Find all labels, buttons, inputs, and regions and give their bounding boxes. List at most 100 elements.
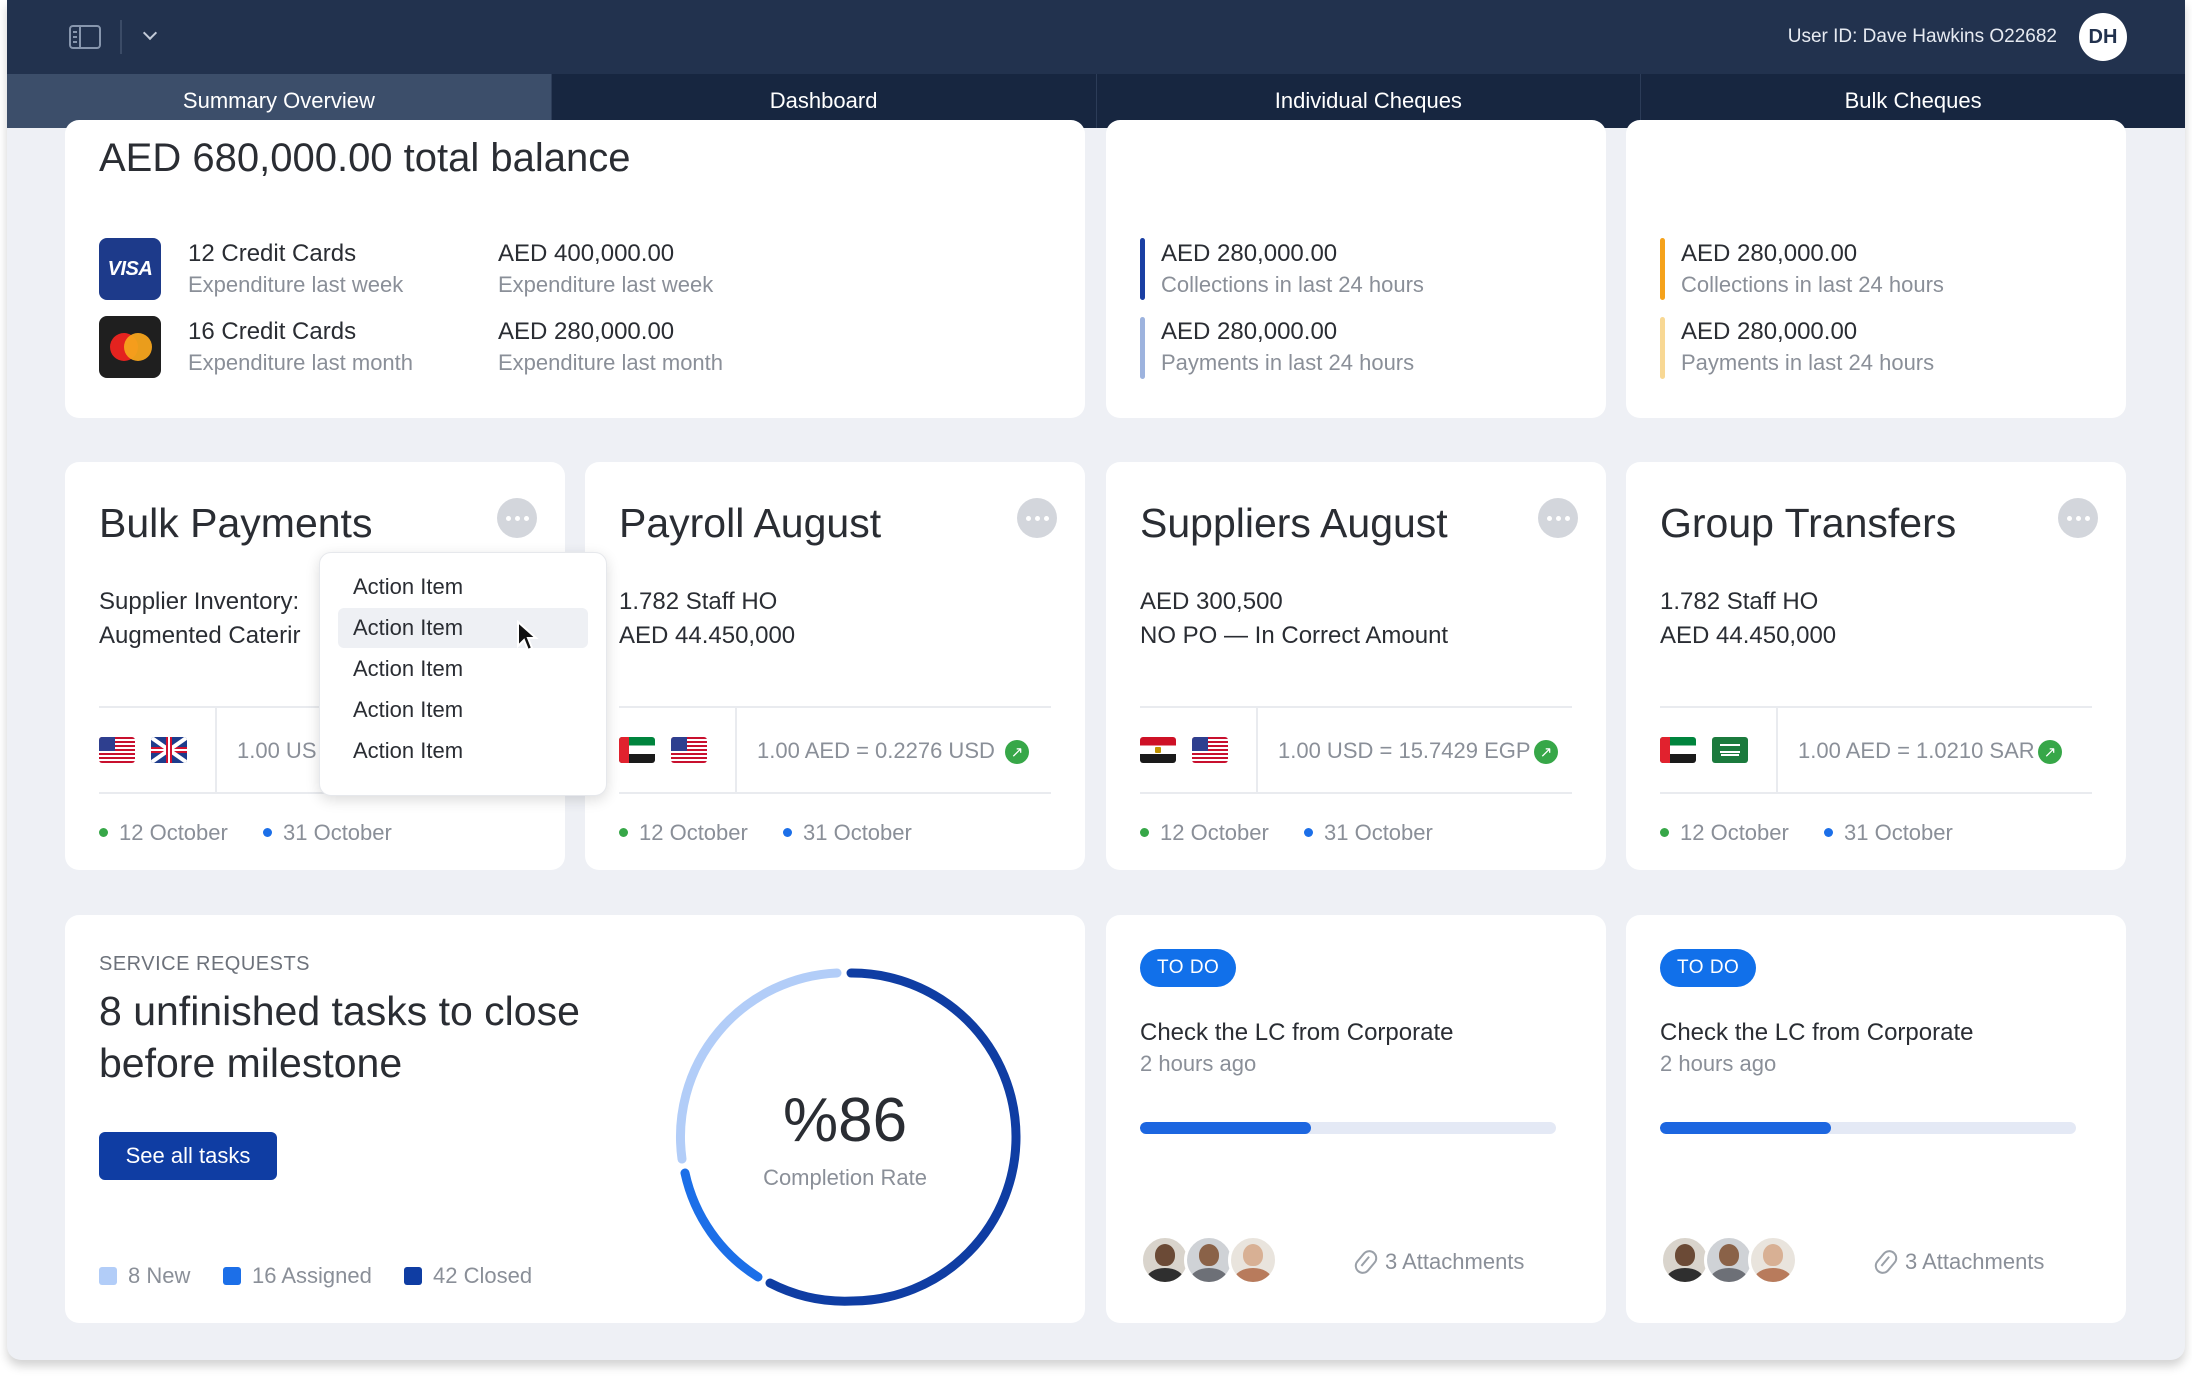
card-line-2: AED 44.450,000 bbox=[1660, 622, 1837, 649]
payments-amount: AED 280,000.00 bbox=[1681, 318, 1858, 345]
action-menu-dropdown: Action Item Action Item Action Item Acti… bbox=[319, 552, 607, 796]
start-date-dot bbox=[1660, 828, 1669, 837]
card-line-2: AED 44.450,000 bbox=[619, 622, 796, 649]
credit-cards-count: 12 Credit Cards bbox=[188, 240, 357, 267]
top-bar: User ID: Dave Hawkins O22682 DH bbox=[7, 0, 2185, 74]
payments-sub: Payments in last 24 hours bbox=[1161, 350, 1415, 375]
arrow-up-right-icon[interactable]: ↗ bbox=[2038, 740, 2062, 764]
avatar[interactable] bbox=[1748, 1235, 1798, 1285]
paperclip-icon[interactable] bbox=[1871, 1246, 1901, 1278]
menu-item-action[interactable]: Action Item bbox=[338, 731, 588, 771]
more-options-icon[interactable] bbox=[2058, 498, 2098, 538]
service-requests-title: 8 unfinished tasks to close before miles… bbox=[99, 988, 580, 1086]
legend-new-swatch bbox=[99, 1267, 117, 1285]
payments-indicator bbox=[1140, 317, 1145, 379]
divider bbox=[1660, 792, 2092, 794]
payroll-card[interactable]: Payroll August 1.782 Staff HO AED 44.450… bbox=[585, 462, 1085, 870]
start-date: 12 October bbox=[639, 820, 748, 845]
card-line-1: 1.782 Staff HO bbox=[619, 588, 778, 615]
avatar[interactable] bbox=[1184, 1235, 1234, 1285]
todo-progress-bar bbox=[1140, 1122, 1556, 1134]
user-avatar[interactable]: DH bbox=[2079, 13, 2127, 61]
card-line-1: Supplier Inventory: bbox=[99, 588, 300, 615]
card-line-1: AED 300,500 bbox=[1140, 588, 1283, 615]
divider bbox=[1140, 706, 1572, 708]
paperclip-icon[interactable] bbox=[1351, 1246, 1381, 1278]
more-options-icon[interactable] bbox=[497, 498, 537, 538]
end-date: 31 October bbox=[283, 820, 392, 845]
credit-cards-count: 16 Credit Cards bbox=[188, 318, 357, 345]
menu-item-action[interactable]: Action Item bbox=[338, 567, 588, 607]
suppliers-card[interactable]: Suppliers August AED 300,500 NO PO — In … bbox=[1106, 462, 1606, 870]
mouse-cursor-icon bbox=[517, 620, 539, 652]
section-label: SERVICE REQUESTS bbox=[99, 953, 311, 975]
start-date: 12 October bbox=[119, 820, 228, 845]
attachments-count[interactable]: 3 Attachments bbox=[1385, 1249, 1524, 1275]
expenditure-amount: AED 280,000.00 bbox=[498, 318, 675, 345]
arrow-up-right-icon[interactable]: ↗ bbox=[1005, 740, 1029, 764]
menu-item-action[interactable]: Action Item bbox=[338, 690, 588, 730]
avatar[interactable] bbox=[1140, 1235, 1190, 1285]
total-balance-card: AED 680,000.00 total balance VISA 12 Cre… bbox=[65, 120, 1085, 418]
expenditure-sub: Expenditure last month bbox=[498, 350, 724, 375]
card-line-2: Augmented Caterir bbox=[99, 622, 301, 649]
card-title: Payroll August bbox=[619, 500, 882, 546]
attachments-count[interactable]: 3 Attachments bbox=[1905, 1249, 2044, 1275]
exchange-rate: 1.00 AED = 1.0210 SAR bbox=[1798, 738, 2035, 763]
uk-flag-icon bbox=[151, 737, 187, 763]
toolbar-divider bbox=[120, 20, 122, 54]
menu-item-action[interactable]: Action Item bbox=[338, 608, 588, 648]
menu-item-action[interactable]: Action Item bbox=[338, 649, 588, 689]
end-date-dot bbox=[783, 828, 792, 837]
more-options-icon[interactable] bbox=[1017, 498, 1057, 538]
divider bbox=[1256, 706, 1258, 792]
exchange-rate: 1.00 US bbox=[237, 738, 317, 763]
collections-sub: Collections in last 24 hours bbox=[1681, 272, 1944, 297]
todo-card[interactable]: TO DO Check the LC from Corporate 2 hour… bbox=[1626, 915, 2126, 1323]
assignee-avatars bbox=[1140, 1235, 1290, 1291]
completion-ring: %86 Completion Rate bbox=[655, 947, 1035, 1327]
card-line-1: 1.782 Staff HO bbox=[1660, 588, 1819, 615]
legend-closed-swatch bbox=[404, 1267, 422, 1285]
visa-card-icon: VISA bbox=[99, 238, 161, 300]
todo-badge: TO DO bbox=[1660, 949, 1757, 987]
todo-title: Check the LC from Corporate bbox=[1140, 1019, 1454, 1046]
mastercard-icon bbox=[99, 316, 161, 378]
divider bbox=[1140, 792, 1572, 794]
collections-sub: Collections in last 24 hours bbox=[1161, 272, 1424, 297]
more-options-icon[interactable] bbox=[1538, 498, 1578, 538]
end-date: 31 October bbox=[803, 820, 912, 845]
credit-cards-sub: Expenditure last week bbox=[188, 272, 404, 297]
assignee-avatars bbox=[1660, 1235, 1810, 1291]
sidebar-toggle-icon[interactable] bbox=[69, 25, 101, 49]
group-transfers-card[interactable]: Group Transfers 1.782 Staff HO AED 44.45… bbox=[1626, 462, 2126, 870]
payments-amount: AED 280,000.00 bbox=[1161, 318, 1338, 345]
exchange-rate: 1.00 USD = 15.7429 EGP bbox=[1278, 738, 1531, 763]
collections-amount: AED 280,000.00 bbox=[1681, 240, 1858, 267]
us-flag-icon bbox=[1192, 737, 1228, 763]
todo-card[interactable]: TO DO Check the LC from Corporate 2 hour… bbox=[1106, 915, 1606, 1323]
start-date-dot bbox=[619, 828, 628, 837]
arrow-up-right-icon[interactable]: ↗ bbox=[1534, 740, 1558, 764]
avatar[interactable] bbox=[1704, 1235, 1754, 1285]
todo-time: 2 hours ago bbox=[1140, 1051, 1257, 1076]
divider bbox=[215, 706, 217, 792]
todo-progress-fill bbox=[1140, 1122, 1311, 1134]
expenditure-amount: AED 400,000.00 bbox=[498, 240, 675, 267]
legend-assigned-label: 16 Assigned bbox=[252, 1263, 372, 1288]
end-date-dot bbox=[263, 828, 272, 837]
todo-time: 2 hours ago bbox=[1660, 1051, 1777, 1076]
cash-flow-card: AED 280,000.00 Collections in last 24 ho… bbox=[1106, 120, 1606, 418]
card-title: Group Transfers bbox=[1660, 500, 1957, 546]
chevron-down-icon[interactable] bbox=[143, 28, 157, 42]
divider bbox=[1660, 706, 2092, 708]
avatar[interactable] bbox=[1228, 1235, 1278, 1285]
end-date: 31 October bbox=[1844, 820, 1953, 845]
card-title: Suppliers August bbox=[1140, 500, 1448, 546]
see-all-tasks-button[interactable]: See all tasks bbox=[99, 1132, 277, 1180]
avatar[interactable] bbox=[1660, 1235, 1710, 1285]
todo-badge: TO DO bbox=[1140, 949, 1237, 987]
todo-progress-bar bbox=[1660, 1122, 2076, 1134]
completion-value: %86 bbox=[782, 1086, 908, 1155]
start-date: 12 October bbox=[1160, 820, 1269, 845]
